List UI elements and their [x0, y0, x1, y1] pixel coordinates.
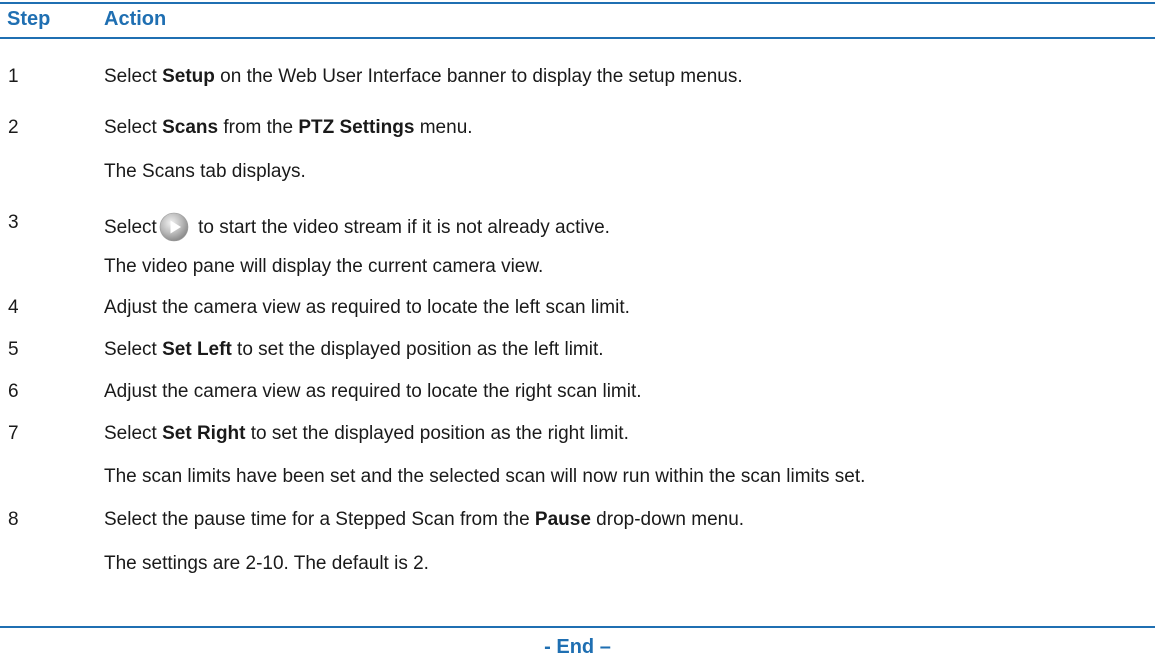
result-text: The video pane will display the current … — [104, 256, 544, 277]
step-text: Adjust the camera view as required to lo… — [104, 297, 630, 318]
step-number: 5 — [8, 339, 19, 360]
step-text: Adjust the camera view as required to lo… — [104, 381, 642, 402]
step-text: Select the pause time for a Stepped Scan… — [104, 509, 745, 530]
step-row-1: 1 Select Setup on the Web User Interface… — [0, 66, 1155, 92]
column-header-step: Step — [7, 8, 51, 30]
step-result: The video pane will display the current … — [0, 256, 1155, 282]
step-row-5: 5 Select Set Left to set the displayed p… — [0, 339, 1155, 365]
step-result: The Scans tab displays. — [0, 161, 1155, 187]
step-number: 4 — [8, 297, 19, 318]
step-result: The settings are 2-10. The default is 2. — [0, 553, 1155, 579]
ui-term-set-left: Set Left — [162, 339, 232, 360]
step-text: Select Set Right to set the displayed po… — [104, 423, 629, 444]
step-result: The scan limits have been set and the se… — [0, 466, 1155, 492]
step-row-2: 2 Select Scans from the PTZ Settings men… — [0, 117, 1155, 143]
ui-term-pause: Pause — [534, 509, 591, 530]
step-number: 3 — [8, 212, 19, 233]
result-text: The scan limits have been set and the se… — [104, 466, 866, 487]
step-number: 7 — [8, 423, 19, 444]
step-row-8: 8 Select the pause time for a Stepped Sc… — [0, 509, 1155, 535]
step-row-4: 4 Adjust the camera view as required to … — [0, 297, 1155, 323]
play-button-icon — [159, 212, 189, 242]
step-number: 2 — [8, 117, 19, 138]
ui-term-set-right: Set Right — [162, 423, 246, 444]
step-row-6: 6 Adjust the camera view as required to … — [0, 381, 1155, 407]
step-text: Select Set Left to set the displayed pos… — [104, 339, 604, 360]
step-row-3: 3 Select to start the video stream if it… — [0, 212, 1155, 242]
step-text: Select Scans from the PTZ Settings menu. — [104, 117, 473, 138]
end-marker: - End – — [544, 636, 611, 658]
column-header-action: Action — [104, 8, 167, 30]
step-number: 6 — [8, 381, 19, 402]
ui-term-ptz-settings: PTZ Settings — [298, 117, 415, 138]
table-bottom-rule — [0, 626, 1155, 628]
ui-term-scans: Scans — [162, 117, 219, 138]
ui-term-setup: Setup — [162, 66, 215, 87]
step-text: Select Setup on the Web User Interface b… — [104, 66, 743, 87]
step-number: 1 — [8, 66, 19, 87]
result-text: The Scans tab displays. — [104, 161, 306, 182]
step-number: 8 — [8, 509, 19, 530]
result-text: The settings are 2-10. The default is 2. — [104, 553, 429, 574]
table-header-rule — [0, 37, 1155, 39]
step-row-7: 7 Select Set Right to set the displayed … — [0, 423, 1155, 449]
step-text: Select to start the video stream if it i… — [104, 212, 610, 242]
table-header: Step Action — [0, 4, 1155, 37]
